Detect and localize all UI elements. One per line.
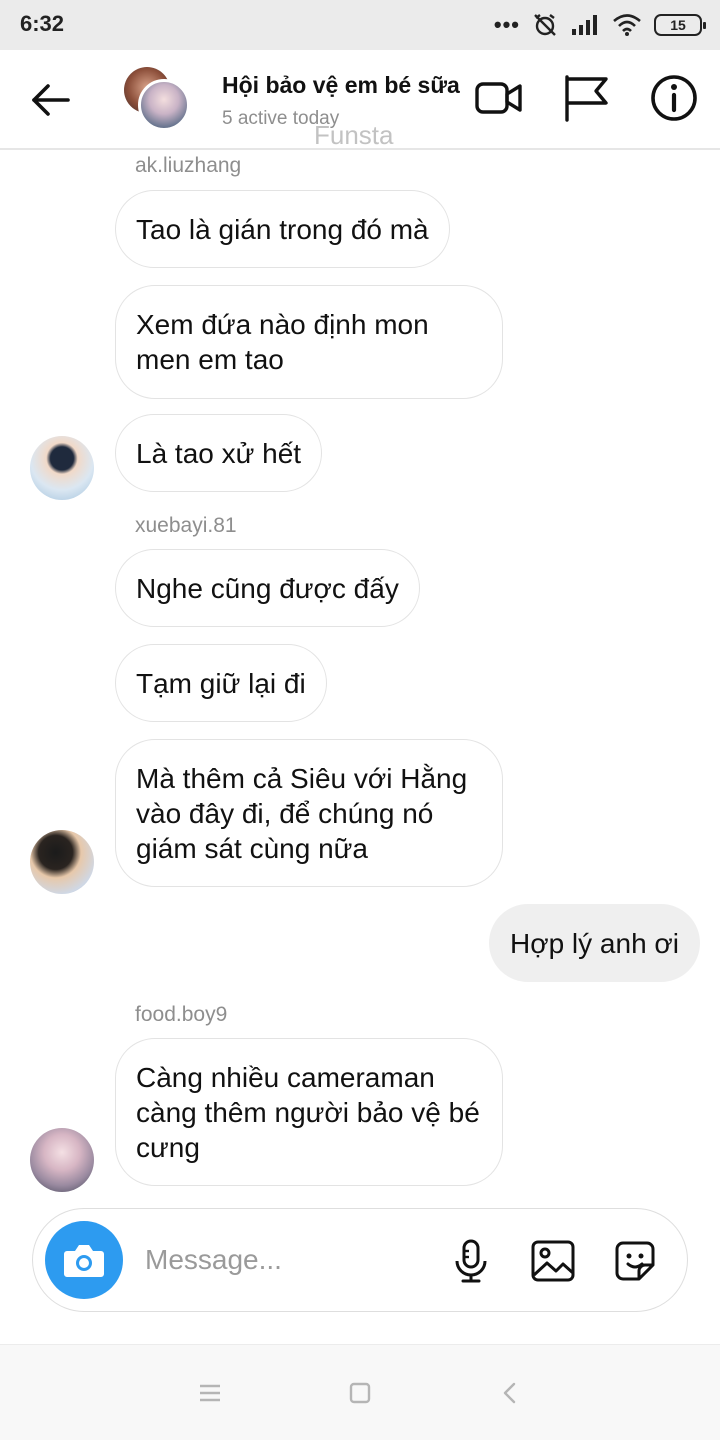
status-time: 6:32 bbox=[20, 11, 65, 36]
message-bubble[interactable]: Tao là gián trong đó mà bbox=[115, 190, 450, 268]
info-icon[interactable] bbox=[648, 72, 700, 124]
image-icon[interactable] bbox=[529, 1237, 577, 1285]
sender-name: ak.liuzhang bbox=[135, 154, 242, 177]
back-nav-icon[interactable] bbox=[496, 1379, 524, 1407]
menu-icon[interactable] bbox=[196, 1379, 224, 1407]
sender-name: xuebayi.81 bbox=[135, 514, 237, 537]
message-bubble[interactable]: Xem đứa nào định mon men em tao bbox=[115, 285, 503, 399]
message-input[interactable] bbox=[145, 1237, 435, 1283]
home-icon[interactable] bbox=[346, 1379, 374, 1407]
notification-dots-icon: ••• bbox=[493, 12, 520, 37]
signal-icon bbox=[572, 15, 597, 35]
status-bar: 6:32 ••• 15 bbox=[0, 0, 720, 50]
avatar[interactable] bbox=[30, 830, 94, 894]
message-bubble[interactable]: Tạm giữ lại đi bbox=[115, 644, 327, 722]
my-message-bubble[interactable]: Hợp lý anh ơi bbox=[488, 904, 700, 982]
status-icons: ••• 15 bbox=[493, 10, 706, 40]
avatar[interactable] bbox=[30, 1128, 94, 1192]
battery-indicator: 15 bbox=[654, 14, 706, 36]
camera-icon bbox=[64, 1245, 104, 1277]
message-bubble[interactable]: Càng nhiều cameraman càng thêm người bảo… bbox=[115, 1038, 503, 1186]
wifi-icon bbox=[613, 14, 641, 36]
sender-name: food.boy9 bbox=[135, 1003, 228, 1026]
avatar[interactable] bbox=[30, 436, 94, 500]
system-nav-bar bbox=[0, 1344, 720, 1440]
watermark: Funsta bbox=[314, 120, 394, 150]
chat-title[interactable]: Hội bảo vệ em bé sữa bbox=[222, 72, 460, 99]
camera-button[interactable] bbox=[45, 1221, 123, 1299]
message-bubble[interactable]: Mà thêm cả Siêu với Hằng vào đây đi, để … bbox=[115, 739, 503, 887]
message-bubble[interactable]: Nghe cũng được đấy bbox=[115, 549, 420, 627]
group-avatar[interactable] bbox=[124, 67, 192, 131]
video-camera-icon[interactable] bbox=[472, 72, 524, 124]
microphone-icon[interactable] bbox=[447, 1237, 495, 1285]
sticker-icon[interactable] bbox=[611, 1237, 659, 1285]
flag-icon[interactable] bbox=[560, 72, 612, 124]
group-avatar-front bbox=[138, 79, 190, 131]
message-bubble[interactable]: Là tao xử hết bbox=[115, 414, 323, 492]
chat-header: Hội bảo vệ em bé sữa 5 active today Funs… bbox=[0, 50, 720, 150]
alarm-off-icon bbox=[534, 14, 556, 36]
arrow-left-icon[interactable] bbox=[28, 80, 72, 120]
message-composer bbox=[32, 1208, 688, 1312]
